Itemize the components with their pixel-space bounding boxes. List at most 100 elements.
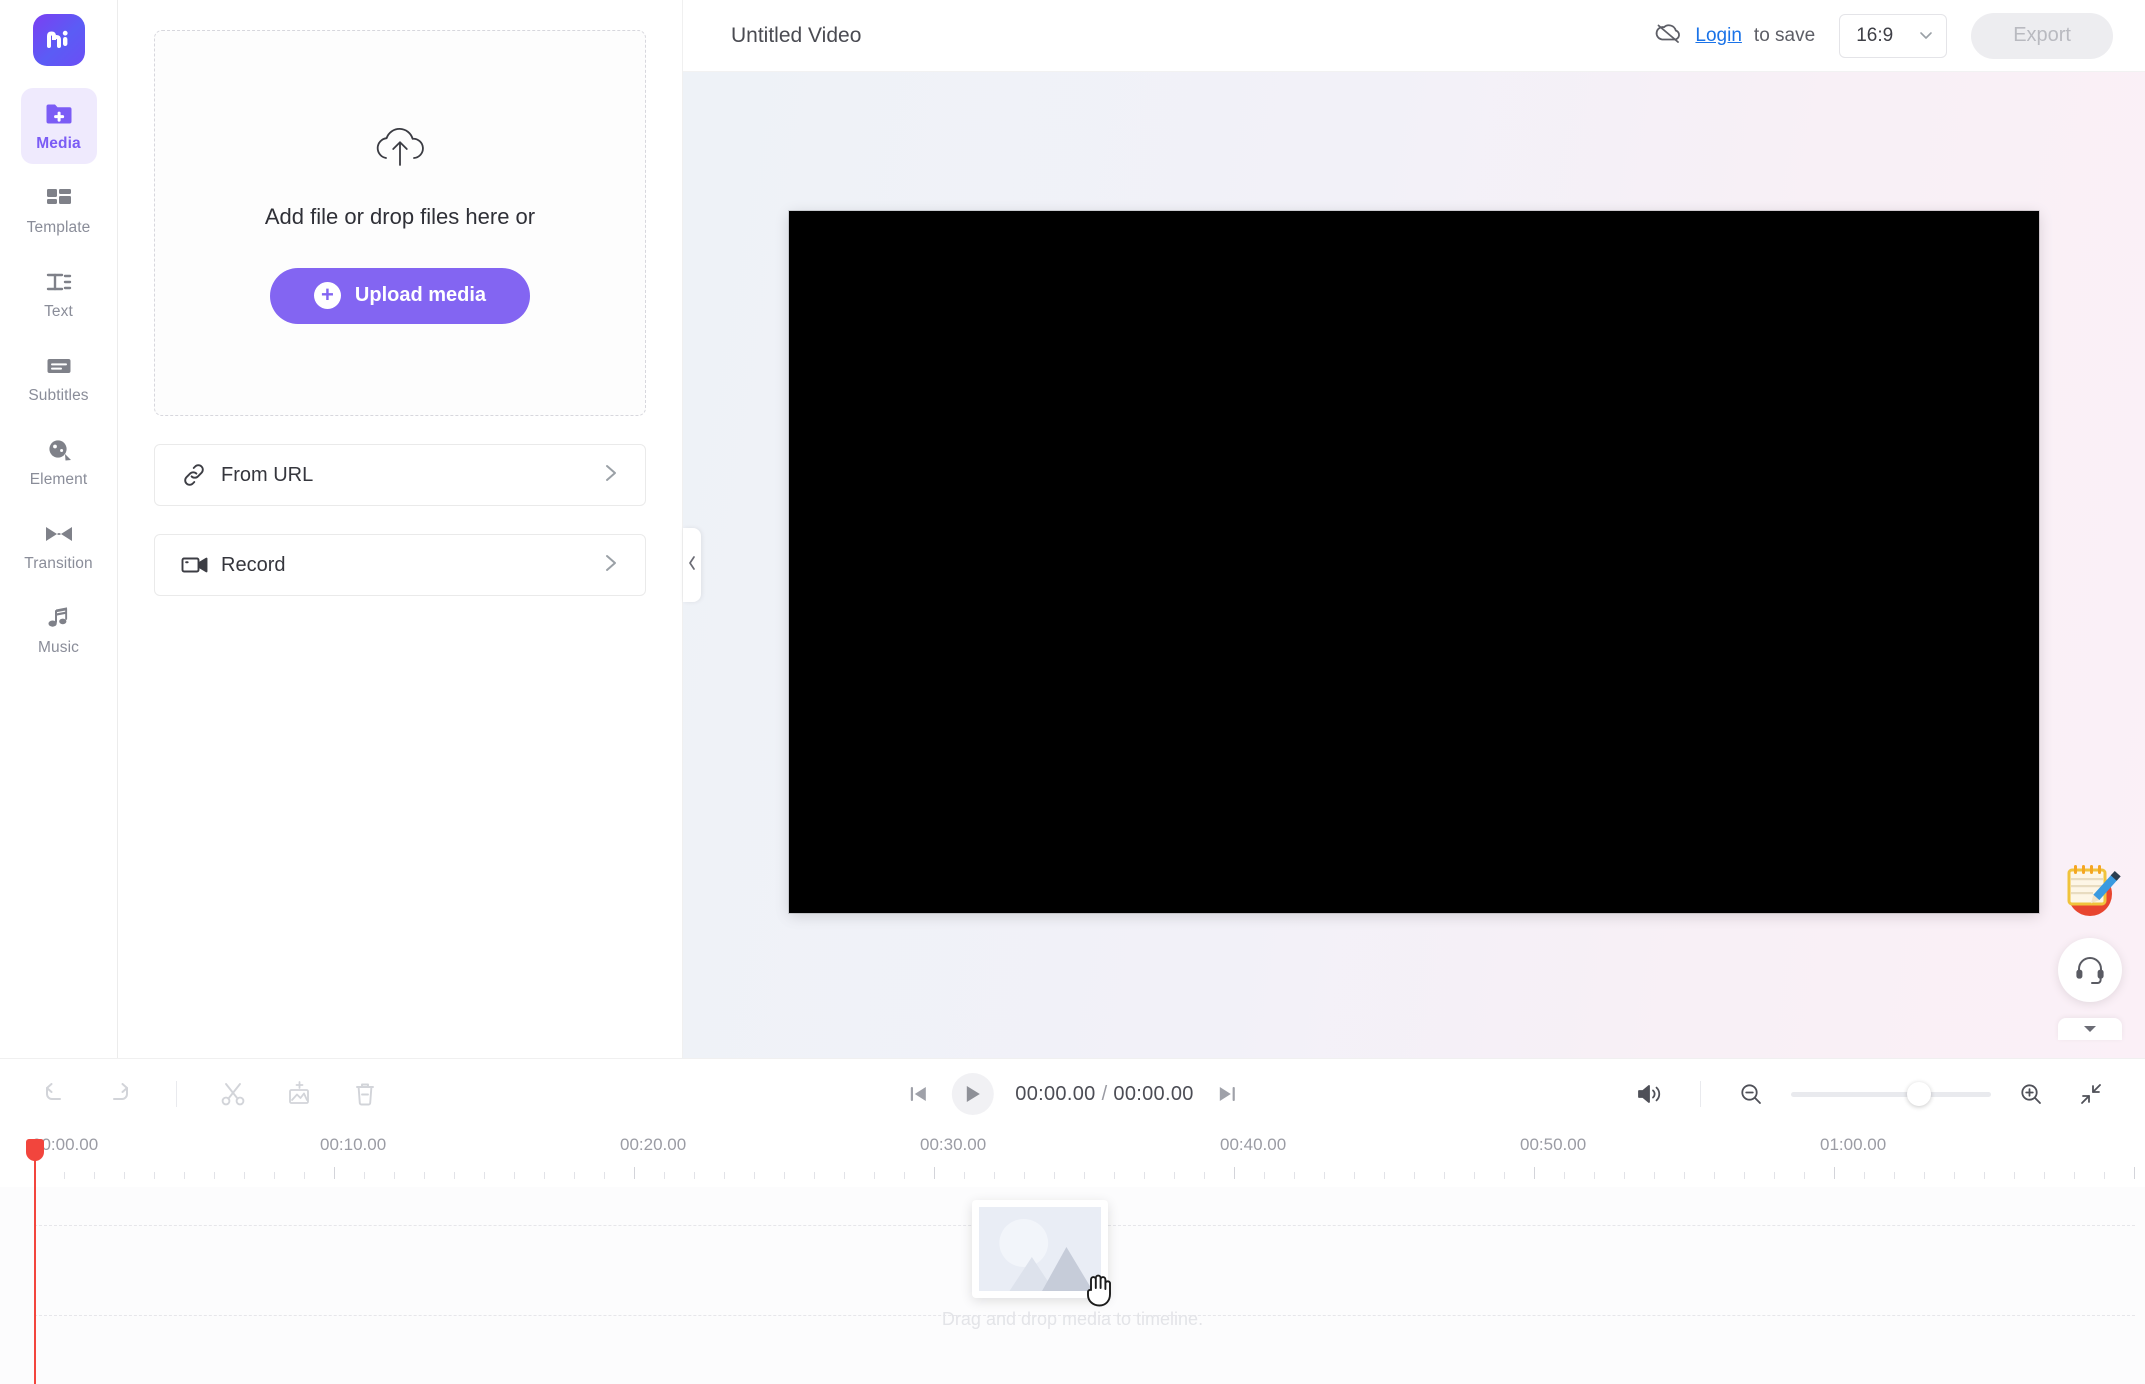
undo-icon[interactable] <box>34 1074 74 1114</box>
timeline-edit-tools <box>34 1074 385 1114</box>
ruler-tick <box>1444 1172 1445 1179</box>
ruler-tick <box>1624 1172 1625 1179</box>
scissors-icon[interactable] <box>213 1074 253 1114</box>
ruler-tick <box>934 1167 935 1179</box>
from-url-row[interactable]: From URL <box>154 444 646 506</box>
ruler-tick <box>154 1172 155 1179</box>
sidebar-item-music[interactable]: Music <box>21 592 97 668</box>
ruler-tick <box>574 1172 575 1179</box>
app-logo[interactable] <box>32 14 85 66</box>
ruler-tick <box>784 1172 785 1179</box>
ruler-tick <box>1594 1172 1595 1179</box>
support-headset-icon[interactable] <box>2058 938 2122 1002</box>
ruler-tick <box>274 1172 275 1179</box>
ruler-tick <box>1714 1172 1715 1179</box>
ruler-tick <box>124 1172 125 1179</box>
upload-media-button[interactable]: + Upload media <box>269 267 531 324</box>
zoom-in-icon[interactable] <box>2011 1074 2051 1114</box>
toolbar-divider <box>176 1081 177 1107</box>
ruler-tick <box>1654 1172 1655 1179</box>
sidebar-item-subtitles[interactable]: Subtitles <box>21 340 97 416</box>
record-row[interactable]: Record <box>154 534 646 596</box>
panel-collapse-handle[interactable] <box>683 528 701 602</box>
record-label: Record <box>221 553 286 576</box>
sidebar-item-text[interactable]: Text <box>21 256 97 332</box>
page-title[interactable]: Untitled Video <box>731 24 861 48</box>
ruler-label: 01:00.00 <box>1820 1135 1887 1154</box>
ruler-tick <box>1024 1172 1025 1179</box>
skip-next-icon[interactable] <box>1216 1083 1238 1105</box>
playhead-handle[interactable] <box>26 1139 44 1161</box>
sidebar-item-label: Subtitles <box>28 387 89 404</box>
chevron-right-icon <box>603 551 619 580</box>
zoom-out-icon[interactable] <box>1731 1074 1771 1114</box>
zoom-slider-thumb[interactable] <box>1907 1082 1931 1106</box>
ruler-label: 00:30.00 <box>920 1135 987 1154</box>
total-time: 00:00.00 <box>1113 1082 1194 1105</box>
export-button[interactable]: Export <box>1971 12 2113 59</box>
speaker-volume-icon[interactable] <box>1630 1074 1670 1114</box>
toolbar-divider <box>1700 1081 1701 1107</box>
login-suffix: to save <box>1753 24 1816 46</box>
ruler-tick <box>1414 1172 1415 1179</box>
skip-previous-icon[interactable] <box>907 1083 929 1105</box>
ruler-tick <box>724 1172 725 1179</box>
sidebar-item-transition[interactable]: Transition <box>21 508 97 584</box>
ruler-tick <box>1864 1172 1865 1179</box>
from-url-label: From URL <box>221 463 314 486</box>
ruler-tick <box>64 1172 65 1179</box>
sidebar-item-template[interactable]: Template <box>21 172 97 248</box>
media-dropzone[interactable]: Add file or drop files here or + Upload … <box>154 30 646 416</box>
plus-circle-icon: + <box>313 282 341 309</box>
ruler-tick <box>424 1172 425 1179</box>
ruler-label: 00:10.00 <box>320 1135 387 1154</box>
sidebar-item-label: Transition <box>24 555 93 572</box>
timeline-zoom-slider[interactable] <box>1791 1082 1991 1106</box>
ruler-tick <box>1834 1167 1835 1179</box>
video-canvas[interactable] <box>789 211 2039 913</box>
crop-image-icon[interactable] <box>279 1074 319 1114</box>
ruler-tick <box>2014 1172 2015 1179</box>
fit-screen-icon[interactable] <box>2071 1074 2111 1114</box>
ruler-tick <box>1234 1167 1235 1179</box>
sidebar-item-media[interactable]: Media <box>20 88 97 164</box>
sidebar-item-label: Music <box>38 639 79 656</box>
ruler-tick <box>244 1172 245 1179</box>
timeline-tracks[interactable]: Drag and drop media to timeline. <box>0 1187 2145 1384</box>
ruler-tick <box>1474 1172 1475 1179</box>
text-format-icon <box>46 267 72 297</box>
ruler-tick <box>2044 1172 2045 1179</box>
login-link[interactable]: Login <box>1695 25 1742 47</box>
current-time: 00:00.00 <box>1015 1082 1096 1105</box>
timeline-view-tools <box>1630 1074 2111 1114</box>
ruler-tick <box>184 1172 185 1179</box>
ruler-tick <box>334 1167 335 1179</box>
template-grid-icon <box>46 183 72 213</box>
play-button[interactable] <box>951 1073 994 1115</box>
ruler-tick <box>454 1172 455 1179</box>
sidebar-item-element[interactable]: Element <box>21 424 97 500</box>
redo-icon[interactable] <box>100 1074 140 1114</box>
collapse-caret-icon[interactable] <box>2058 1018 2122 1040</box>
drag-ghost-thumbnail[interactable] <box>972 1200 1108 1298</box>
ruler-tick <box>604 1172 605 1179</box>
ruler-tick <box>994 1172 995 1179</box>
trash-icon[interactable] <box>345 1074 385 1114</box>
sidebar-item-label: Text <box>44 303 73 320</box>
login-to-save: Login to save <box>1653 21 1815 51</box>
ruler-tick <box>1804 1172 1805 1179</box>
media-panel: Add file or drop files here or + Upload … <box>118 0 683 1058</box>
aspect-ratio-select[interactable]: 16:9 <box>1839 13 1948 58</box>
ruler-tick <box>1894 1172 1895 1179</box>
ruler-label: 00:50.00 <box>1520 1135 1587 1154</box>
feedback-note-icon[interactable] <box>2057 856 2123 922</box>
link-icon <box>181 462 221 488</box>
ruler-tick <box>2074 1172 2075 1179</box>
timeline-playhead[interactable] <box>26 1139 44 1384</box>
play-icon <box>966 1086 980 1102</box>
timeline: 00:00.00/00:00.00 00:00.00 00:10.00 00:2… <box>0 1058 2145 1384</box>
timeline-ruler[interactable]: 00:00.00 00:10.00 00:20.00 00:30.00 00:40.00… <box>0 1129 2145 1187</box>
video-editor-app: Media Template Text Subtitles Element Tr… <box>0 0 2145 1384</box>
media-io-logo-icon <box>46 30 68 48</box>
ruler-tick <box>1534 1167 1535 1179</box>
